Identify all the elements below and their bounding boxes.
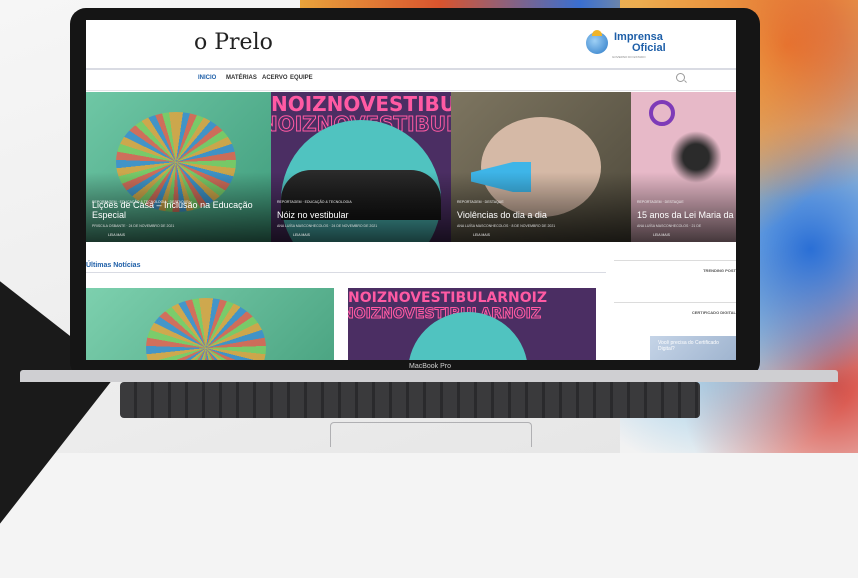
- hero-title[interactable]: Nóiz no vestibular: [277, 210, 451, 220]
- divider: [86, 272, 606, 273]
- news-card[interactable]: NOIZNOVESTIBULARNOIZ NOIZNOVESTIBULARNOI…: [348, 288, 596, 360]
- site-logo[interactable]: o Prelo: [194, 30, 273, 55]
- site-header: o Prelo Imprensa Oficial GOVERNO DO ESTA…: [86, 20, 736, 70]
- nav-materias[interactable]: MATÉRIAS: [226, 75, 257, 81]
- laptop-base: MacBook Pro: [0, 363, 858, 453]
- browser-screen: o Prelo Imprensa Oficial GOVERNO DO ESTA…: [86, 20, 736, 360]
- certificate-title: CERTIFICADO DIGITAL: [691, 310, 736, 315]
- sun-icon: [592, 30, 602, 36]
- hero-card[interactable]: REPORTAGEM · EDUCAÇÃO & TECNOLOGIA · DES…: [86, 92, 271, 242]
- news-card[interactable]: [86, 288, 334, 360]
- certificate-promo[interactable]: Você precisa do Certificado Digital?: [658, 340, 736, 352]
- keyboard: [120, 382, 700, 418]
- trending-title: TRENDING POST: [703, 268, 736, 273]
- partner-line2: Oficial: [632, 42, 666, 54]
- trackpad: [330, 422, 532, 447]
- read-more-link[interactable]: LEIA MAIS: [108, 233, 125, 237]
- hero-meta: PRISCILA OSBANTE · 24 DE NOVEMBRO DE 202…: [92, 224, 175, 228]
- main-nav: INICIO MATÉRIAS ACERVO EQUIPE: [86, 70, 736, 91]
- hero-meta: ANA LUÍSA MASCONHECOLOS · 24 DE NOVEMBRO…: [277, 224, 378, 228]
- hero-category[interactable]: REPORTAGEM · EDUCAÇÃO & TECNOLOGIA: [277, 200, 352, 204]
- imprensa-oficial-logo[interactable]: Imprensa Oficial GOVERNO DO ESTADO: [586, 30, 676, 60]
- read-more-link[interactable]: LEIA MAIS: [473, 233, 490, 237]
- read-more-link[interactable]: LEIA MAIS: [293, 233, 310, 237]
- nav-equipe[interactable]: EQUIPE: [290, 75, 313, 81]
- read-more-link[interactable]: LEIA MAIS: [653, 233, 670, 237]
- word-band: NOIZNOVESTIBULARNOIZ: [348, 290, 548, 306]
- hands-illustration: [146, 298, 266, 360]
- hero-title[interactable]: Lições de Casa – Inclusão na Educação Es…: [92, 200, 267, 220]
- hero-card[interactable]: NOIZNOVESTIBULARNOIZ NOIZNOVESTIBULARNOI…: [271, 92, 451, 242]
- hero-card[interactable]: REPORTAGEM · DESTAQUE Violências do dia …: [451, 92, 631, 242]
- hero-card[interactable]: REPORTAGEM · DESTAQUE 15 anos da Lei Mar…: [631, 92, 736, 242]
- nav-acervo[interactable]: ACERVO: [262, 75, 288, 81]
- latest-news-title: Últimas Notícias: [86, 262, 141, 269]
- hero-title[interactable]: Violências do dia a dia: [457, 210, 631, 220]
- hero-carousel: REPORTAGEM · EDUCAÇÃO & TECNOLOGIA · DES…: [86, 92, 736, 242]
- partner-tagline: GOVERNO DO ESTADO: [612, 55, 646, 59]
- nav-inicio[interactable]: INICIO: [198, 75, 216, 81]
- hero-meta: ANA LUÍSA MASCONHECOLOS · 8 DE NOVEMBRO …: [457, 224, 556, 228]
- hero-category[interactable]: REPORTAGEM · DESTAQUE: [637, 200, 684, 204]
- device-label: MacBook Pro: [408, 363, 452, 370]
- hero-meta: ANA LUÍSA MASCONHECOLOS · 21 DE: [637, 224, 702, 228]
- hero-title[interactable]: 15 anos da Lei Maria da Penha: [637, 210, 736, 220]
- hero-category[interactable]: REPORTAGEM · DESTAQUE: [457, 200, 504, 204]
- search-icon[interactable]: [676, 73, 685, 82]
